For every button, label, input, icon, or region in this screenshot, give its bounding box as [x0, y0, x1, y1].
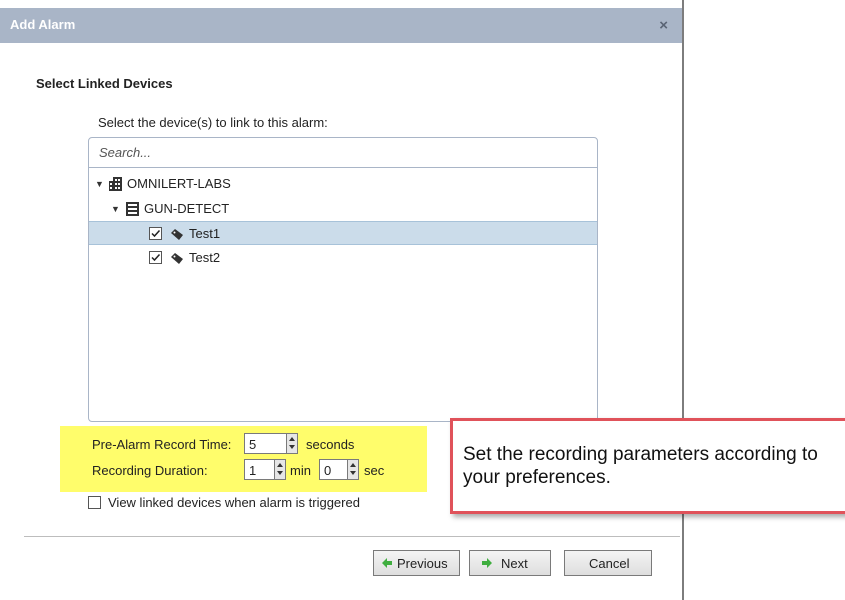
tree-item-label: GUN-DETECT [144, 201, 230, 216]
tag-icon [171, 252, 183, 267]
tree-item-site[interactable]: ▼ OMNILERT-LABS [89, 172, 597, 196]
duration-min-unit: min [290, 463, 311, 478]
device-prompt: Select the device(s) to link to this ala… [98, 115, 328, 130]
spin-arrows-icon[interactable] [347, 460, 358, 479]
cancel-button-label: Cancel [589, 556, 630, 571]
search-input[interactable] [97, 144, 581, 161]
tree-item-device-test1[interactable]: Test1 [89, 221, 597, 245]
duration-min-stepper[interactable]: 1 [244, 459, 286, 480]
device-tree-panel: ▼ OMNILERT-LABS ▼ [88, 137, 598, 422]
spin-arrows-icon[interactable] [274, 460, 285, 479]
view-linked-checkbox[interactable] [88, 496, 101, 509]
arrow-left-icon [382, 558, 392, 568]
device-checkbox[interactable] [149, 227, 162, 240]
pre-alarm-stepper[interactable]: 5 [244, 433, 298, 454]
section-title: Select Linked Devices [36, 76, 173, 91]
close-icon[interactable]: × [659, 17, 668, 34]
tree-item-group[interactable]: ▼ GUN-DETECT [89, 197, 597, 221]
duration-min-value: 1 [249, 463, 257, 478]
pre-alarm-label: Pre-Alarm Record Time: [92, 437, 232, 452]
instruction-callout: Set the recording parameters according t… [450, 418, 845, 514]
spin-arrows-icon[interactable] [286, 434, 297, 453]
next-button[interactable]: Next [469, 550, 551, 576]
tag-icon [171, 228, 183, 243]
dialog-title: Add Alarm [10, 17, 76, 32]
tree-item-label: OMNILERT-LABS [127, 176, 231, 191]
duration-sec-unit: sec [364, 463, 385, 478]
duration-label: Recording Duration: [92, 463, 208, 478]
cancel-button[interactable]: Cancel [564, 550, 652, 576]
building-icon [109, 177, 122, 194]
previous-button[interactable]: Previous [373, 550, 460, 576]
previous-button-label: Previous [397, 556, 448, 571]
dialog-titlebar: Add Alarm × [0, 8, 682, 43]
expand-caret-icon[interactable]: ▼ [111, 204, 120, 214]
device-checkbox[interactable] [149, 251, 162, 264]
pre-alarm-value: 5 [249, 437, 257, 452]
tree-item-label: Test1 [189, 226, 221, 241]
pre-alarm-unit: seconds [306, 437, 355, 452]
tree-item-device-test2[interactable]: Test2 [89, 246, 597, 270]
duration-sec-value: 0 [324, 463, 332, 478]
arrow-right-icon [482, 558, 492, 568]
callout-text: Set the recording parameters according t… [463, 444, 818, 488]
search-box [89, 138, 597, 168]
expand-caret-icon[interactable]: ▼ [95, 179, 104, 189]
duration-sec-stepper[interactable]: 0 [319, 459, 359, 480]
view-linked-label: View linked devices when alarm is trigge… [108, 495, 360, 510]
footer-divider [24, 536, 680, 537]
next-button-label: Next [501, 556, 528, 571]
tree-item-label: Test2 [189, 250, 221, 265]
server-icon [126, 202, 139, 219]
